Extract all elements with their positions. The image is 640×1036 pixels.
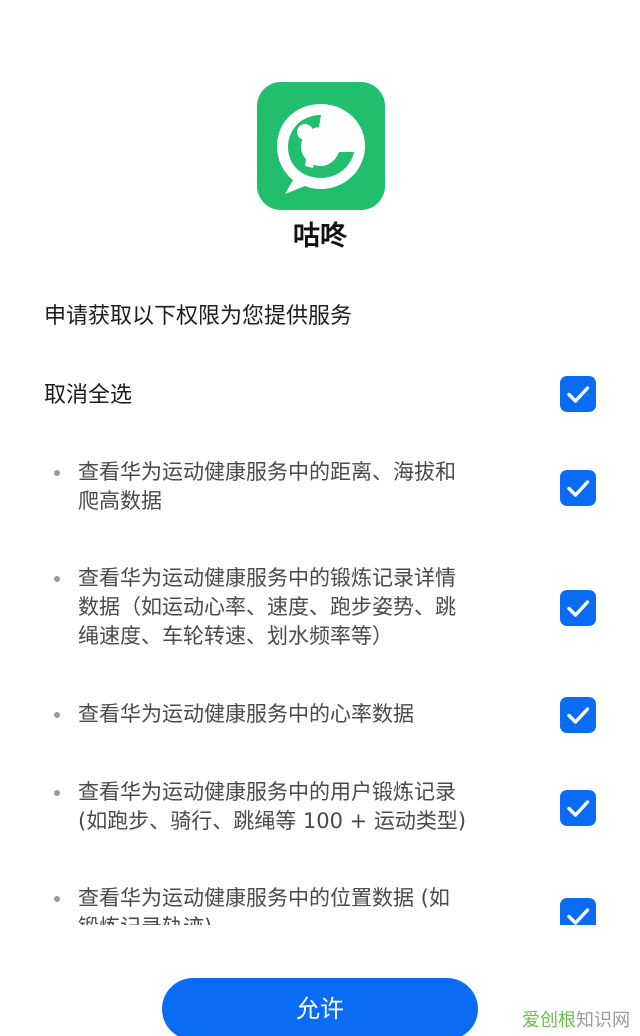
permission-checkbox[interactable] — [560, 590, 596, 626]
permission-text: 查看华为运动健康服务中的心率数据 — [78, 702, 414, 726]
bullet-dot — [54, 790, 60, 796]
select-all-label: 取消全选 — [44, 383, 133, 408]
app-name: 咕咚 — [293, 221, 347, 252]
app-logo-icon — [257, 82, 385, 210]
select-all-checkbox[interactable] — [560, 376, 596, 412]
permission-item[interactable]: 查看华为运动健康服务中的用户锻炼记录 (如跑步、骑行、跳绳等 100 + 运动类… — [0, 778, 640, 848]
permission-checkbox[interactable] — [560, 790, 596, 826]
gudong-logo-icon — [277, 104, 365, 194]
checkmark-icon — [567, 800, 590, 817]
permission-text: 查看华为运动健康服务中的距离、海拔和 爬高数据 — [78, 460, 456, 513]
permission-checkbox[interactable] — [560, 470, 596, 506]
permission-text: 查看华为运动健康服务中的用户锻炼记录 (如跑步、骑行、跳绳等 100 + 运动类… — [78, 780, 467, 833]
permission-item[interactable]: 查看华为运动健康服务中的位置数据 (如 锻炼记录轨迹) — [0, 884, 640, 925]
select-all-row[interactable]: 取消全选 — [0, 362, 640, 422]
permission-item[interactable]: 查看华为运动健康服务中的距离、海拔和 爬高数据 — [0, 458, 640, 538]
checkmark-icon — [567, 480, 590, 497]
permission-item[interactable]: 查看华为运动健康服务中的心率数据 — [0, 697, 640, 740]
permission-list[interactable]: 查看华为运动健康服务中的距离、海拔和 爬高数据 查看华为运动健康服务中的锻炼记录… — [0, 440, 640, 925]
allow-button[interactable]: 允许 — [162, 978, 478, 1036]
bullet-dot — [54, 576, 60, 582]
checkmark-icon — [567, 908, 590, 925]
permission-text: 查看华为运动健康服务中的锻炼记录详情 数据（如运动心率、速度、跑步姿势、跳 绳速… — [78, 566, 456, 648]
checkmark-icon — [567, 386, 590, 403]
bullet-dot — [54, 712, 60, 718]
bullet-dot — [54, 470, 60, 476]
permission-checkbox[interactable] — [560, 697, 596, 733]
site-watermark: 爱创根知识网 — [522, 1010, 630, 1031]
permission-checkbox[interactable] — [560, 898, 596, 925]
bullet-dot — [54, 896, 60, 902]
checkmark-icon — [567, 600, 590, 617]
permission-request-title: 申请获取以下权限为您提供服务 — [44, 304, 353, 329]
permission-item[interactable]: 查看华为运动健康服务中的锻炼记录详情 数据（如运动心率、速度、跑步姿势、跳 绳速… — [0, 564, 640, 664]
permission-text: 查看华为运动健康服务中的位置数据 (如 锻炼记录轨迹) — [78, 886, 450, 925]
checkmark-icon — [567, 707, 590, 724]
